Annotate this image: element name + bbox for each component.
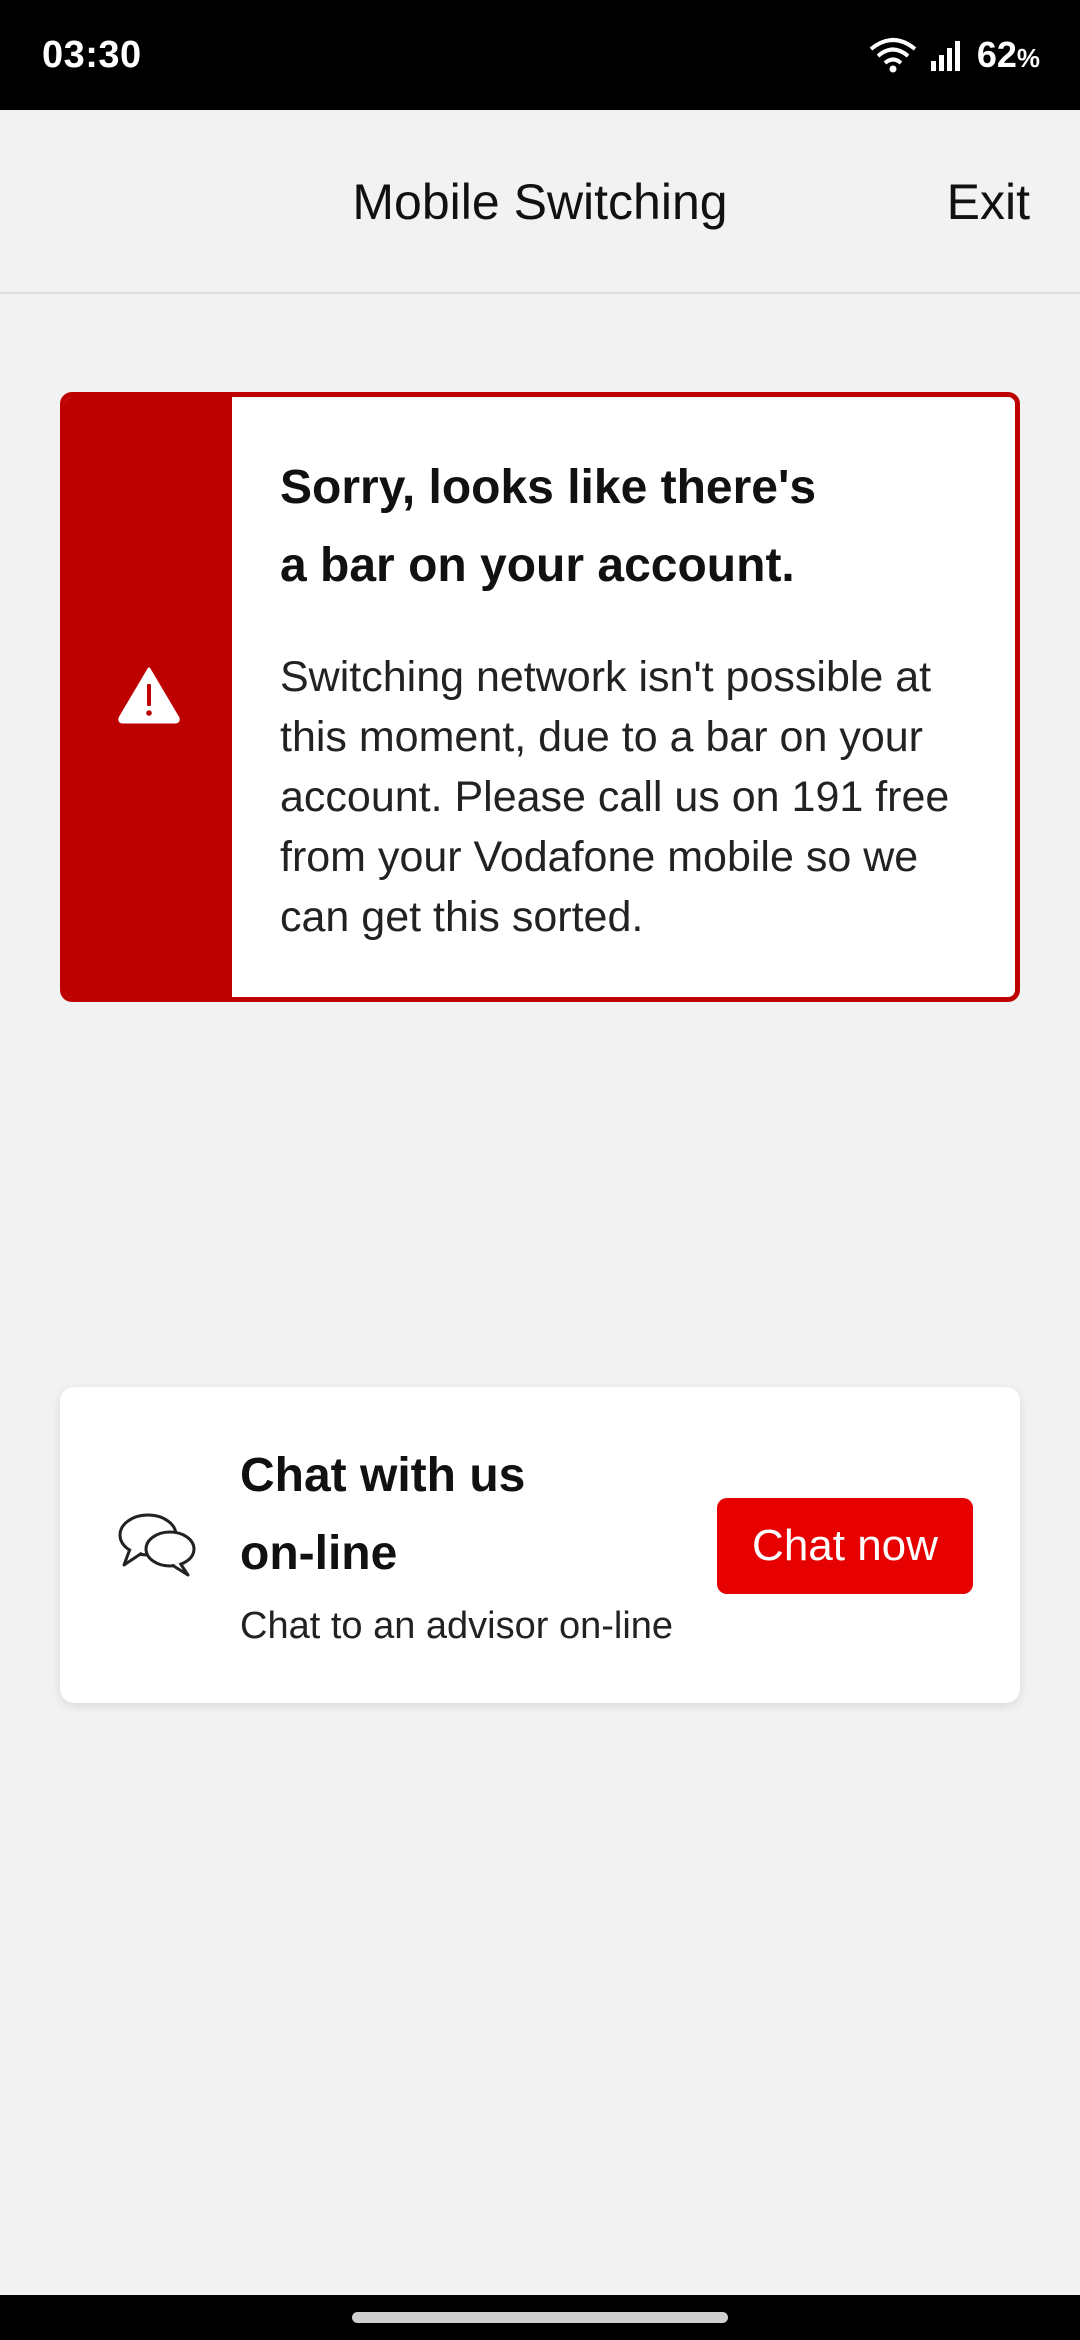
error-side-panel: [65, 397, 232, 997]
warning-icon: [117, 666, 181, 729]
chat-bubbles-icon: [116, 1509, 198, 1584]
error-content: Sorry, looks like there's a bar on your …: [232, 397, 1015, 997]
chat-now-button[interactable]: Chat now: [717, 1498, 973, 1594]
navigation-bar: [0, 2295, 1080, 2340]
app-header: Mobile Switching Exit: [0, 110, 1080, 294]
chat-card: Chat with us on-line Chat to an advisor …: [60, 1387, 1020, 1703]
home-indicator[interactable]: [352, 2312, 728, 2323]
error-alert-card: Sorry, looks like there's a bar on your …: [60, 392, 1020, 1002]
status-bar: 03:30 62%: [0, 0, 1080, 110]
chat-title: Chat with us on-line: [240, 1449, 526, 1580]
error-message: Switching network isn't possible at this…: [280, 653, 950, 941]
status-icons: 62%: [869, 34, 1040, 76]
chat-subtitle: Chat to an advisor on-line: [240, 1605, 674, 1647]
page-title: Mobile Switching: [352, 174, 728, 230]
exit-button[interactable]: Exit: [947, 110, 1030, 294]
battery-level: 62%: [976, 34, 1040, 75]
wifi-icon: [869, 37, 917, 73]
error-title: Sorry, looks like there's a bar on your …: [280, 461, 817, 592]
signal-icon: [929, 37, 965, 73]
status-time: 03:30: [42, 33, 142, 76]
